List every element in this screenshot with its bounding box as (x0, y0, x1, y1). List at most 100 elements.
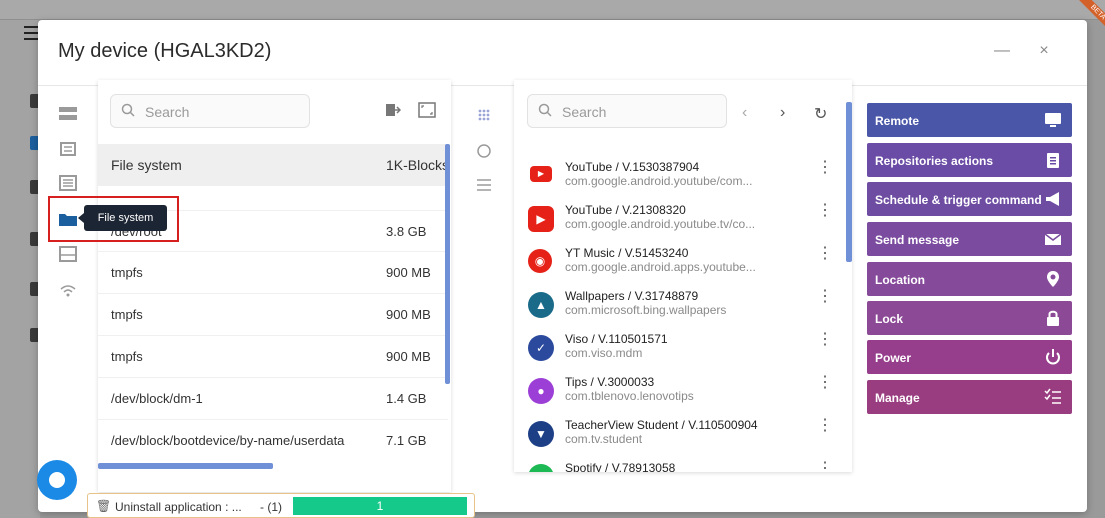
list-item[interactable]: ◉ YT Music / V.51453240 com.google.andro… (514, 240, 834, 283)
table-row[interactable]: /dev/block/bootdevice/by-name/userdata 7… (98, 419, 448, 460)
hamburger-icon (24, 26, 38, 40)
list-item[interactable]: ▶ YouTube / V.21308320 com.google.androi… (514, 197, 834, 240)
fs-search-input[interactable]: Search (110, 94, 310, 128)
list-item[interactable]: ▼ TeacherView Student / V.110500904 com.… (514, 412, 834, 455)
app-title: YT Music / V.51453240 (565, 246, 689, 260)
toast-count: - (1) (260, 500, 282, 514)
background-sidebar (0, 20, 40, 518)
table-row[interactable]: tmpfs 900 MB (98, 251, 448, 292)
next-page-button[interactable]: › (780, 104, 785, 122)
toast-progress-bar: 1 (293, 497, 467, 515)
list-icon[interactable] (58, 175, 78, 191)
fs-row-name: /dev/block/bootdevice/by-name/userdata (111, 433, 345, 448)
apps-vertical-scrollbar[interactable] (846, 102, 852, 262)
fs-vertical-scrollbar[interactable] (445, 144, 450, 384)
fs-header-size: 1K-Blocks (386, 157, 450, 173)
refresh-button[interactable]: ↻ (814, 104, 827, 124)
power-button[interactable]: Power (867, 340, 1072, 374)
fs-search-placeholder: Search (145, 104, 190, 120)
chat-bubble-icon[interactable] (37, 460, 77, 500)
fs-row-size: 900 MB (386, 265, 431, 280)
action-label: Schedule & trigger command (875, 193, 1042, 207)
close-button[interactable]: × (1035, 42, 1053, 60)
file-system-panel: Search File system 1K-Blocks /dev/root 3… (98, 80, 451, 492)
action-label: Location (875, 273, 925, 287)
table-row[interactable]: /dev/block/dm-1 1.4 GB (98, 377, 448, 418)
viso-icon: ✓ (528, 335, 554, 361)
list-item[interactable]: ▲ Wallpapers / V.31748879 com.microsoft.… (514, 283, 834, 326)
power-icon (1044, 348, 1062, 366)
remote-button[interactable]: Remote (867, 103, 1072, 137)
fs-header-name: File system (111, 157, 182, 173)
search-icon (121, 103, 135, 117)
toast-label: Uninstall application : ... (115, 500, 242, 514)
export-icon[interactable] (385, 102, 402, 121)
message-icon[interactable] (58, 142, 78, 158)
wallpapers-icon: ▲ (528, 292, 554, 318)
location-button[interactable]: Location (867, 262, 1072, 296)
fs-row-size: 1.4 GB (386, 391, 427, 406)
fs-row-name: tmpfs (111, 307, 143, 322)
app-package: com.tblenovo.lenovotips (565, 389, 694, 403)
list-item[interactable]: ✓ Viso / V.110501571 com.viso.mdm ⋮ (514, 326, 834, 369)
wifi-icon[interactable] (58, 282, 78, 298)
kebab-menu-icon[interactable]: ⋮ (817, 160, 833, 176)
prev-page-button[interactable]: ‹ (742, 104, 747, 122)
list-item[interactable]: Spotify / V.78913058 ⋮ (514, 455, 834, 472)
app-package: com.viso.mdm (565, 346, 643, 360)
fs-row-size: 3.8 GB (386, 224, 427, 239)
schedule-trigger-button[interactable]: Schedule & trigger command (867, 182, 1072, 216)
app-title: Tips / V.3000033 (565, 375, 655, 389)
fs-row-size: 7.1 GB (386, 433, 427, 448)
app-package: com.tv.student (565, 432, 643, 446)
fs-row-size: 900 MB (386, 349, 431, 364)
kebab-menu-icon[interactable]: ⋮ (817, 289, 833, 305)
fs-row-name: /dev/block/dm-1 (111, 391, 203, 406)
manage-button[interactable]: Manage (867, 380, 1072, 414)
layout-icon[interactable] (58, 246, 78, 262)
list-item[interactable]: ● Tips / V.3000033 com.tblenovo.lenovoti… (514, 369, 834, 412)
apps-search-placeholder: Search (562, 104, 607, 120)
envelope-icon (1044, 230, 1062, 248)
fs-table-header: File system 1K-Blocks (98, 144, 450, 186)
repositories-actions-button[interactable]: Repositories actions (867, 143, 1072, 177)
app-package: com.google.android.youtube.tv/co... (565, 217, 756, 231)
menu-lines-icon[interactable] (474, 177, 494, 193)
tips-icon: ● (528, 378, 554, 404)
action-label: Send message (875, 233, 960, 247)
app-title: Spotify / V.78913058 (565, 461, 676, 472)
modal-title: My device (HGAL3KD2) (58, 40, 272, 62)
yt-music-icon: ◉ (528, 249, 552, 273)
lock-button[interactable]: Lock (867, 301, 1072, 335)
table-row[interactable]: tmpfs 900 MB (98, 293, 448, 334)
minimize-button[interactable]: — (993, 42, 1011, 60)
task-toast: 🗑 Uninstall application : ... - (1) 1 (87, 493, 475, 518)
fs-row-name: tmpfs (111, 265, 143, 280)
kebab-menu-icon[interactable]: ⋮ (817, 332, 833, 348)
youtube-icon: ▶ (530, 166, 552, 182)
kebab-menu-icon[interactable]: ⋮ (817, 203, 833, 219)
teacherview-icon: ▼ (528, 421, 554, 447)
circle-icon[interactable] (474, 143, 494, 159)
app-title: Wallpapers / V.31748879 (565, 289, 699, 303)
expand-icon[interactable] (418, 102, 436, 121)
app-package: com.google.android.apps.youtube... (565, 260, 756, 274)
send-message-button[interactable]: Send message (867, 222, 1072, 256)
grid-icon[interactable] (474, 108, 494, 124)
fs-horizontal-scrollbar[interactable] (98, 463, 273, 469)
megaphone-icon (1044, 190, 1062, 208)
kebab-menu-icon[interactable]: ⋮ (817, 461, 833, 473)
apps-search-input[interactable]: Search (527, 94, 727, 128)
table-row[interactable]: tmpfs 900 MB (98, 335, 448, 376)
clipboard-icon (1044, 151, 1062, 169)
app-package: com.google.android.youtube/com... (565, 174, 753, 188)
server-icon[interactable] (58, 106, 78, 122)
action-label: Remote (875, 114, 920, 128)
list-item[interactable]: ▶ YouTube / V.1530387904 com.google.andr… (514, 154, 834, 197)
kebab-menu-icon[interactable]: ⋮ (817, 246, 833, 262)
kebab-menu-icon[interactable]: ⋮ (817, 375, 833, 391)
file-system-tooltip: File system (78, 205, 167, 231)
app-title: YouTube / V.21308320 (565, 203, 686, 217)
modal-header: My device (HGAL3KD2) — × (38, 20, 1087, 86)
kebab-menu-icon[interactable]: ⋮ (817, 418, 833, 434)
